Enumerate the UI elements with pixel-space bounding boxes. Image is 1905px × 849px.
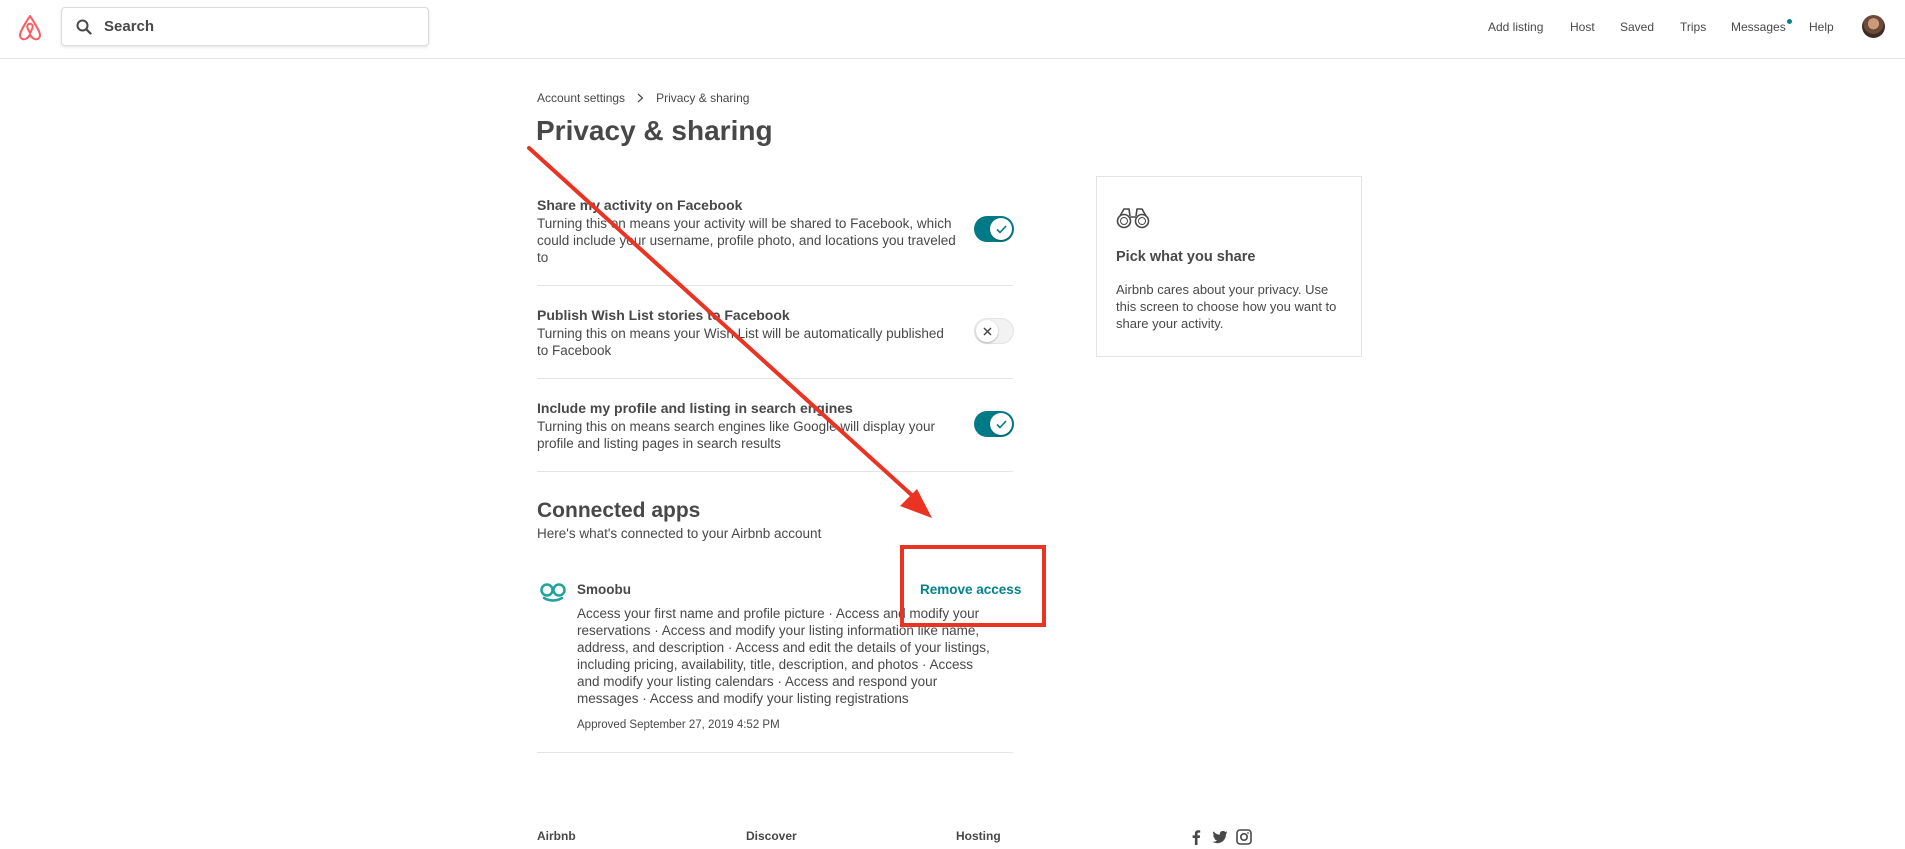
setting-description: Turning this on means your Wish List wil…	[537, 326, 944, 358]
connected-apps-title: Connected apps	[537, 499, 701, 522]
divider	[537, 752, 1013, 753]
breadcrumb-current: Privacy & sharing	[656, 91, 750, 105]
footer-heading-hosting: Hosting	[956, 829, 1001, 843]
setting-title: Share my activity on Facebook	[537, 197, 743, 213]
breadcrumb: Account settings Privacy & sharing	[537, 91, 749, 105]
annotation-highlight-box	[900, 545, 1046, 627]
toggle-publish-wishlist[interactable]	[974, 318, 1014, 344]
page-title: Privacy & sharing	[536, 115, 773, 146]
nav-trips[interactable]: Trips	[1680, 20, 1706, 34]
nav-saved[interactable]: Saved	[1620, 20, 1654, 34]
info-card-description: Airbnb cares about your privacy. Use thi…	[1116, 282, 1337, 331]
unread-dot	[1787, 19, 1792, 24]
binoculars-icon	[1116, 208, 1150, 229]
chevron-right-icon	[637, 93, 644, 103]
toggle-knob	[990, 413, 1012, 435]
toggle-knob	[990, 218, 1012, 240]
x-icon	[982, 326, 992, 336]
setting-search-engines: Include my profile and listing in search…	[537, 399, 1013, 472]
check-icon	[995, 224, 1007, 234]
info-card: Pick what you share Airbnb cares about y…	[1096, 176, 1362, 357]
facebook-icon[interactable]	[1188, 829, 1204, 845]
app-approved-date: Approved September 27, 2019 4:52 PM	[577, 719, 780, 731]
footer-heading-airbnb: Airbnb	[537, 829, 576, 843]
nav-messages[interactable]: Messages	[1731, 20, 1786, 34]
setting-publish-wishlist: Publish Wish List stories to Facebook Tu…	[537, 306, 1013, 379]
setting-description: Turning this on means search engines lik…	[537, 419, 935, 451]
app-name: Smoobu	[577, 582, 631, 597]
nav-host[interactable]: Host	[1570, 20, 1595, 34]
check-icon	[995, 419, 1007, 429]
top-header: Add listing Host Saved Trips Messages He…	[0, 0, 1905, 59]
airbnb-logo-icon[interactable]	[17, 13, 43, 41]
nav-add-listing[interactable]: Add listing	[1488, 20, 1543, 34]
connected-apps-subtitle: Here's what's connected to your Airbnb a…	[537, 526, 822, 541]
setting-description: Turning this on means your activity will…	[537, 216, 956, 265]
toggle-share-activity[interactable]	[974, 216, 1014, 242]
toggle-search-engines[interactable]	[974, 411, 1014, 437]
avatar[interactable]	[1862, 15, 1885, 38]
nav-help[interactable]: Help	[1809, 20, 1834, 34]
setting-title: Include my profile and listing in search…	[537, 400, 853, 416]
smoobu-logo-icon	[540, 583, 566, 602]
breadcrumb-account-settings[interactable]: Account settings	[537, 91, 625, 105]
info-card-title: Pick what you share	[1116, 249, 1256, 265]
setting-share-activity: Share my activity on Facebook Turning th…	[537, 196, 1013, 286]
twitter-icon[interactable]	[1212, 829, 1228, 845]
footer-heading-discover: Discover	[746, 829, 797, 843]
search-icon	[76, 19, 92, 35]
setting-title: Publish Wish List stories to Facebook	[537, 307, 790, 323]
search-bar[interactable]	[61, 7, 429, 46]
search-input[interactable]	[104, 18, 404, 35]
instagram-icon[interactable]	[1236, 829, 1252, 845]
toggle-knob	[976, 320, 998, 342]
